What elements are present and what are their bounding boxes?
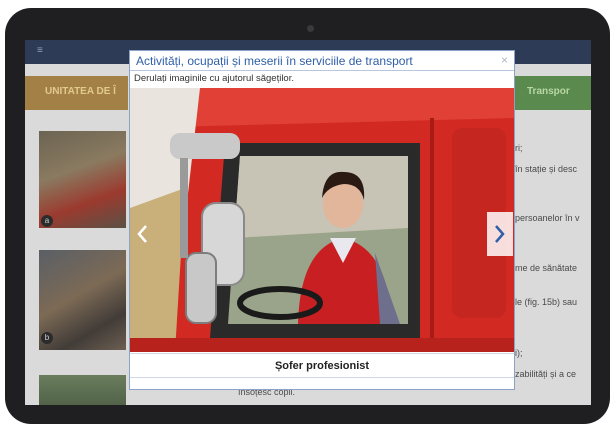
modal-instruction: Derulați imaginile cu ajutorul săgeților… xyxy=(134,73,294,84)
menu-icon[interactable]: ≡ xyxy=(37,45,43,56)
transport-tab-label: Transpor xyxy=(527,86,570,97)
tablet-frame: ≡ UNITATEA DE Î Transpor a b ri; în staț… xyxy=(0,0,614,429)
slide-image-truck-driver xyxy=(130,88,514,352)
book-text-line: i); xyxy=(515,348,523,358)
previous-slide-button[interactable] xyxy=(129,212,155,256)
book-text-line: ri; xyxy=(515,143,523,153)
camera-icon xyxy=(307,25,314,32)
truck-driver-illustration xyxy=(130,88,514,352)
next-slide-button[interactable] xyxy=(487,212,513,256)
title-divider xyxy=(130,70,514,71)
book-photo-bus-station xyxy=(39,131,126,228)
photo-label-a: a xyxy=(41,215,53,227)
book-text-line: zabilități și a ce xyxy=(515,369,577,379)
book-text-line: în stație și desc xyxy=(515,164,578,174)
close-icon[interactable]: × xyxy=(501,53,508,67)
book-text-line: persoanelor în v xyxy=(515,213,580,223)
unit-tab-label: UNITATEA DE Î xyxy=(45,86,116,97)
screen: ≡ UNITATEA DE Î Transpor a b ri; în staț… xyxy=(25,40,591,405)
chevron-left-icon xyxy=(137,225,147,243)
caption-bar: Șofer profesionist xyxy=(130,353,514,378)
book-text-line: le (fig. 15b) sau xyxy=(515,297,578,307)
photo-label-b: b xyxy=(41,332,53,344)
chevron-right-icon xyxy=(495,225,505,243)
gallery-modal: Activități, ocupații și meserii în servi… xyxy=(129,50,515,390)
modal-title: Activități, ocupații și meserii în servi… xyxy=(136,54,413,68)
book-photo-street xyxy=(39,375,126,405)
book-text-line: me de sănătate xyxy=(515,263,578,273)
slide-caption: Șofer profesionist xyxy=(274,360,370,372)
